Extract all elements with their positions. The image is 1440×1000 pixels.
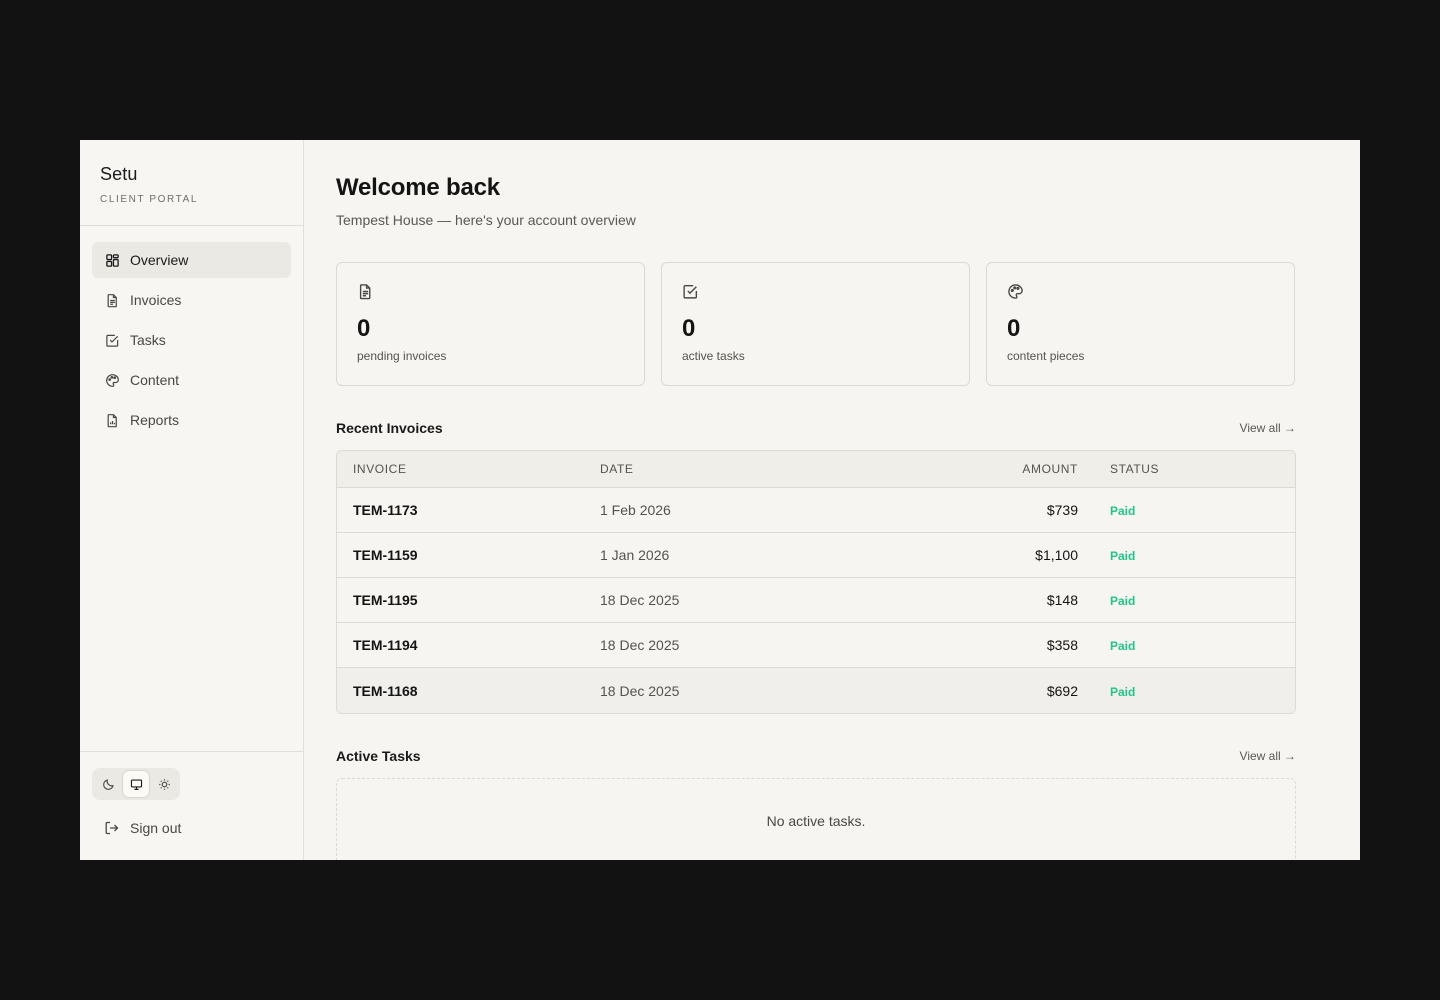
stat-label: content pieces [1007, 349, 1085, 363]
invoice-id: TEM-1194 [353, 637, 418, 653]
column-header: INVOICE [353, 462, 407, 476]
table-header: INVOICE DATE AMOUNT STATUS [337, 451, 1295, 488]
status-badge: Paid [1110, 594, 1136, 608]
page-subtitle: Tempest House — here's your account over… [336, 212, 636, 228]
invoice-date: 18 Dec 2025 [600, 592, 680, 608]
theme-system-button[interactable] [123, 771, 149, 797]
column-header: AMOUNT [1022, 462, 1078, 476]
sidebar: Setu CLIENT PORTAL Overview Invoices Tas… [80, 140, 304, 860]
app-window: Setu CLIENT PORTAL Overview Invoices Tas… [80, 140, 1360, 860]
stat-card-content-pieces: 0 content pieces [986, 262, 1295, 386]
sidebar-footer: Sign out [80, 751, 303, 860]
table-row[interactable]: TEM-1195 18 Dec 2025 $148 Paid [337, 578, 1295, 623]
table-row[interactable]: TEM-1159 1 Jan 2026 $1,100 Paid [337, 533, 1295, 578]
stat-label: pending invoices [357, 349, 447, 363]
section-title: Recent Invoices [336, 420, 443, 436]
palette-icon [104, 372, 120, 388]
invoice-date: 18 Dec 2025 [600, 682, 680, 699]
brand: Setu CLIENT PORTAL [80, 140, 303, 226]
sidebar-item-content[interactable]: Content [92, 362, 291, 398]
sidebar-item-tasks[interactable]: Tasks [92, 322, 291, 358]
sun-icon [158, 778, 171, 791]
stat-label: active tasks [682, 349, 745, 363]
status-badge: Paid [1110, 639, 1136, 653]
invoice-amount: $1,100 [1035, 547, 1078, 563]
sign-out-button[interactable]: Sign out [92, 814, 291, 842]
sidebar-item-label: Overview [130, 252, 189, 268]
brand-name: Setu [100, 164, 138, 184]
section-title: Active Tasks [336, 748, 421, 764]
theme-dark-button[interactable] [95, 771, 121, 797]
sidebar-item-label: Reports [130, 412, 180, 428]
column-header: DATE [600, 462, 634, 476]
invoice-amount: $739 [1046, 502, 1078, 518]
invoice-amount: $358 [1046, 637, 1078, 653]
main-content: Welcome back Tempest House — here's your… [304, 140, 1360, 860]
sidebar-item-label: Tasks [130, 332, 166, 348]
sidebar-item-label: Invoices [130, 292, 182, 308]
sidebar-item-label: Content [130, 372, 180, 388]
stat-card-active-tasks: 0 active tasks [661, 262, 970, 386]
status-badge: Paid [1110, 549, 1136, 563]
invoice-date: 18 Dec 2025 [600, 637, 680, 653]
palette-icon [1007, 284, 1024, 304]
stats-row: 0 pending invoices 0 active tasks 0 cont… [336, 262, 1328, 386]
view-all-tasks-link[interactable]: View all → [1240, 749, 1296, 763]
stat-value: 0 [682, 315, 696, 342]
sign-out-label: Sign out [130, 820, 182, 836]
invoice-id: TEM-1159 [353, 547, 418, 563]
invoice-id: TEM-1173 [353, 502, 418, 518]
stat-value: 0 [357, 315, 371, 342]
invoice-date: 1 Feb 2026 [600, 502, 671, 518]
view-all-invoices-link[interactable]: View all → [1240, 421, 1296, 435]
brand-subtitle: CLIENT PORTAL [100, 194, 199, 205]
invoice-id: TEM-1195 [353, 592, 418, 608]
theme-light-button[interactable] [151, 771, 177, 797]
file-chart-icon [104, 412, 120, 428]
theme-toggle [92, 768, 180, 800]
column-header: STATUS [1110, 462, 1160, 476]
file-text-icon [104, 292, 120, 308]
stat-card-pending-invoices: 0 pending invoices [336, 262, 645, 386]
sidebar-nav: Overview Invoices Tasks Content Reports [80, 226, 303, 438]
page-title: Welcome back [336, 174, 500, 201]
table-row[interactable]: TEM-1194 18 Dec 2025 $358 Paid [337, 623, 1295, 668]
file-text-icon [357, 284, 374, 304]
table-row[interactable]: TEM-1168 18 Dec 2025 $692 Paid [337, 668, 1295, 713]
log-out-icon [104, 820, 130, 836]
invoice-amount: $148 [1046, 592, 1078, 608]
sidebar-item-invoices[interactable]: Invoices [92, 282, 291, 318]
check-square-icon [682, 284, 699, 304]
status-badge: Paid [1110, 684, 1136, 699]
active-tasks-header: Active Tasks View all → [336, 748, 1296, 764]
grid-icon [104, 252, 120, 268]
empty-message: No active tasks. [766, 813, 866, 829]
moon-icon [102, 778, 115, 791]
stat-value: 0 [1007, 315, 1021, 342]
invoice-id: TEM-1168 [353, 682, 418, 699]
monitor-icon [130, 778, 143, 791]
sidebar-item-overview[interactable]: Overview [92, 242, 291, 278]
recent-invoices-header: Recent Invoices View all → [336, 420, 1296, 436]
check-square-icon [104, 332, 120, 348]
status-badge: Paid [1110, 504, 1136, 518]
sidebar-item-reports[interactable]: Reports [92, 402, 291, 438]
tasks-empty-state: No active tasks. [336, 778, 1296, 860]
invoice-amount: $692 [1046, 682, 1078, 699]
invoice-date: 1 Jan 2026 [600, 547, 670, 563]
table-row[interactable]: TEM-1173 1 Feb 2026 $739 Paid [337, 488, 1295, 533]
invoices-table: INVOICE DATE AMOUNT STATUS TEM-1173 1 Fe… [336, 450, 1296, 714]
